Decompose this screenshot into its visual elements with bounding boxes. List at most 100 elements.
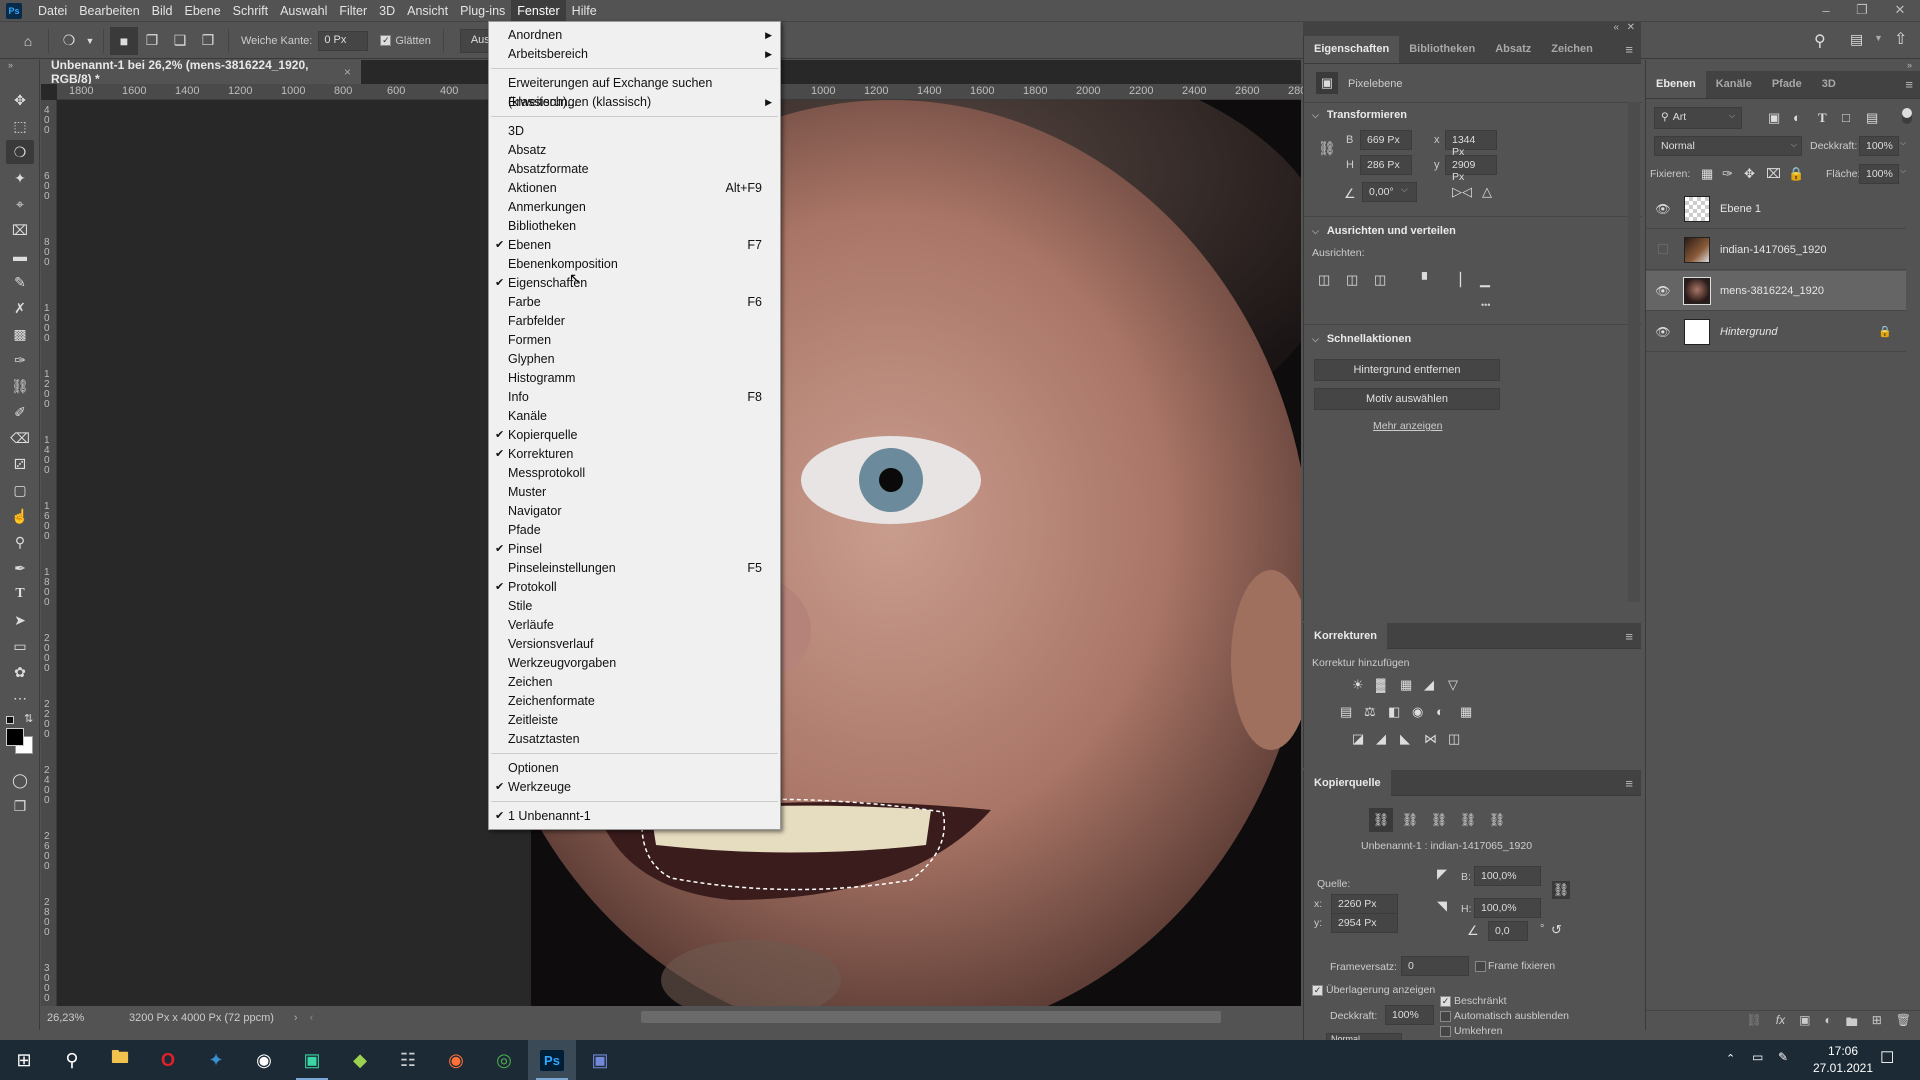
panel-menu-icon[interactable]: ≡ — [1625, 629, 1633, 644]
lasso-tool-preset-icon[interactable]: ❍ — [55, 27, 83, 55]
lock-all-icon[interactable]: 🔒 — [1788, 166, 1804, 182]
show-hidden-icons[interactable]: ⌃ — [1726, 1052, 1735, 1065]
panel-menu-icon[interactable]: ≡ — [1625, 776, 1633, 791]
brightness-contrast-icon[interactable]: ☀ — [1352, 677, 1364, 693]
tab-eigenschaften[interactable]: Eigenschaften — [1304, 36, 1400, 63]
dodge-tool-icon[interactable]: ⚲ — [6, 530, 34, 554]
scroll-left-icon[interactable]: ‹ — [310, 1012, 314, 1024]
rotation-input[interactable]: 0,0 — [1488, 921, 1528, 941]
layer-row[interactable]: indian-1417065_1920 — [1646, 230, 1906, 270]
menu-item-absatzformate[interactable]: Absatzformate — [489, 160, 780, 179]
link-icon[interactable]: ⛓ — [1552, 881, 1570, 899]
layer-row[interactable]: 👁 mens-3816224_1920 — [1646, 271, 1906, 311]
magic-wand-tool-icon[interactable]: ✦ — [6, 166, 34, 190]
gradient-map-icon[interactable]: ◫ — [1448, 731, 1460, 747]
lock-image-icon[interactable]: ✑ — [1722, 166, 1733, 182]
rectangle-tool-icon[interactable]: ▭ — [6, 634, 34, 658]
blend-mode-select[interactable]: Normal ⌵ — [1654, 136, 1802, 156]
link-icon[interactable]: ⛓ — [1318, 140, 1336, 157]
menu-item-erweiterungen-auf-exchange-suchen-klassisch[interactable]: Erweiterungen auf Exchange suchen (klass… — [489, 74, 780, 109]
menu-item-anmerkungen[interactable]: Anmerkungen — [489, 198, 780, 217]
menu-ansicht[interactable]: Ansicht — [401, 0, 454, 22]
crop-tool-icon[interactable]: ⌖ — [6, 192, 34, 216]
close-document-icon[interactable]: × — [344, 65, 351, 79]
menu-item-pinsel[interactable]: ✔ Pinsel — [489, 540, 780, 559]
menu-item-muster[interactable]: Muster — [489, 483, 780, 502]
layer-style-icon[interactable]: fx — [1776, 1013, 1785, 1028]
firefox-icon[interactable]: ◉ — [432, 1040, 480, 1080]
menu-item-eigenschaften[interactable]: ✔ Eigenschaften — [489, 274, 780, 293]
menu-item-formen[interactable]: Formen — [489, 331, 780, 350]
clone-source-3-icon[interactable]: ⛓ — [1427, 808, 1451, 832]
move-tool-icon[interactable]: ✥ — [6, 88, 34, 112]
menu-auswahl[interactable]: Auswahl — [274, 0, 333, 22]
layer-filter-select[interactable]: ⚲ Art ⌵ — [1654, 107, 1742, 129]
source-x-input[interactable]: 2260 Px — [1331, 894, 1398, 914]
levels-icon[interactable]: ▓ — [1376, 677, 1385, 692]
visibility-toggle-hidden[interactable] — [1646, 243, 1680, 257]
tab-absatz[interactable]: Absatz — [1485, 36, 1541, 63]
clone-source-title[interactable]: Kopierquelle — [1304, 770, 1391, 796]
menu-item-pinseleinstellungen[interactable]: Pinseleinstellungen F5 — [489, 559, 780, 578]
menu-item-navigator[interactable]: Navigator — [489, 502, 780, 521]
document-tab[interactable]: Unbenannt-1 bei 26,2% (mens-3816224_1920… — [41, 58, 361, 86]
app-icon[interactable]: ✦ — [192, 1040, 240, 1080]
meet-now-icon[interactable]: ▭ — [1752, 1050, 1763, 1064]
file-explorer-icon[interactable]: 🖿 — [96, 1040, 144, 1080]
history-brush-tool-icon[interactable]: ✐ — [6, 400, 34, 424]
menu-schrift[interactable]: Schrift — [227, 0, 274, 22]
menu-item-1-unbenannt-1[interactable]: ✔ 1 Unbenannt-1 — [489, 807, 780, 826]
width-input[interactable]: 669 Px — [1360, 130, 1412, 150]
filter-shape-icon[interactable]: □ — [1842, 110, 1850, 125]
menu-item-3d[interactable]: 3D — [489, 122, 780, 141]
filter-type-icon[interactable]: T — [1818, 110, 1827, 126]
align-top-icon[interactable]: ▘ — [1422, 272, 1432, 288]
auto-hide-checkbox[interactable] — [1440, 1011, 1451, 1022]
layer-name[interactable]: Ebene 1 — [1720, 203, 1761, 215]
chrome-icon[interactable]: ◎ — [480, 1040, 528, 1080]
eyedropper-tool-icon[interactable]: ✎ — [6, 270, 34, 294]
chevron-down-icon[interactable]: ▼ — [83, 27, 97, 55]
filter-toggle[interactable] — [1902, 108, 1912, 124]
height-input[interactable]: 286 Px — [1360, 155, 1412, 175]
foreground-color-swatch[interactable] — [6, 728, 24, 746]
gradient-tool-icon[interactable]: ▢ — [6, 478, 34, 502]
menu-item-absatz[interactable]: Absatz — [489, 141, 780, 160]
smudge-tool-icon[interactable]: ☝ — [6, 504, 34, 528]
menu-item-versionsverlauf[interactable]: Versionsverlauf — [489, 635, 780, 654]
show-more-link[interactable]: Mehr anzeigen — [1373, 420, 1442, 432]
menu-item-info[interactable]: Info F8 — [489, 388, 780, 407]
flip-horizontal-icon[interactable]: ◤ — [1437, 866, 1447, 882]
default-colors-icon[interactable] — [6, 716, 14, 724]
type-tool-icon[interactable]: T — [6, 582, 34, 606]
menu-item-verläufe[interactable]: Verläufe — [489, 616, 780, 635]
new-adjustment-layer-icon[interactable]: ◐ — [1824, 1013, 1831, 1028]
fill-input[interactable]: 100% — [1859, 164, 1899, 184]
color-lookup-icon[interactable]: ▦ — [1460, 704, 1472, 720]
clock-date[interactable]: 27.01.2021 — [1806, 1061, 1880, 1075]
share-icon[interactable]: ⇧ — [1894, 29, 1907, 49]
app-icon[interactable]: ☷ — [384, 1040, 432, 1080]
filter-pixel-icon[interactable]: ▣ — [1768, 110, 1780, 126]
clock-time[interactable]: 17:06 — [1818, 1044, 1868, 1058]
menu-item-kanäle[interactable]: Kanäle — [489, 407, 780, 426]
expand-panel-icon[interactable]: » — [1907, 60, 1912, 70]
transform-section-header[interactable]: ⌵ Transformieren — [1312, 109, 1407, 121]
y-input[interactable]: 2909 Px — [1445, 155, 1497, 183]
lock-transparent-icon[interactable]: ▦ — [1701, 166, 1713, 182]
menu-3d[interactable]: 3D — [373, 0, 401, 22]
menu-ebene[interactable]: Ebene — [179, 0, 227, 22]
tab-zeichen[interactable]: Zeichen — [1541, 36, 1603, 63]
layer-row[interactable]: 👁 Ebene 1 — [1646, 189, 1906, 229]
menu-item-korrekturen[interactable]: ✔ Korrekturen — [489, 445, 780, 464]
expand-toolbox-icon[interactable]: » — [8, 60, 13, 70]
reset-transform-icon[interactable]: ↺ — [1551, 922, 1562, 938]
scale-width-input[interactable]: 100,0% — [1474, 866, 1541, 886]
menu-item-zusatztasten[interactable]: Zusatztasten — [489, 730, 780, 749]
discord-icon[interactable]: ▣ — [576, 1040, 624, 1080]
layer-name[interactable]: mens-3816224_1920 — [1720, 285, 1824, 297]
menu-item-glyphen[interactable]: Glyphen — [489, 350, 780, 369]
opacity-input[interactable]: 100% — [1859, 136, 1899, 156]
visibility-eye-icon[interactable]: 👁 — [1646, 202, 1680, 216]
delete-layer-icon[interactable]: 🗑 — [1896, 1013, 1911, 1028]
